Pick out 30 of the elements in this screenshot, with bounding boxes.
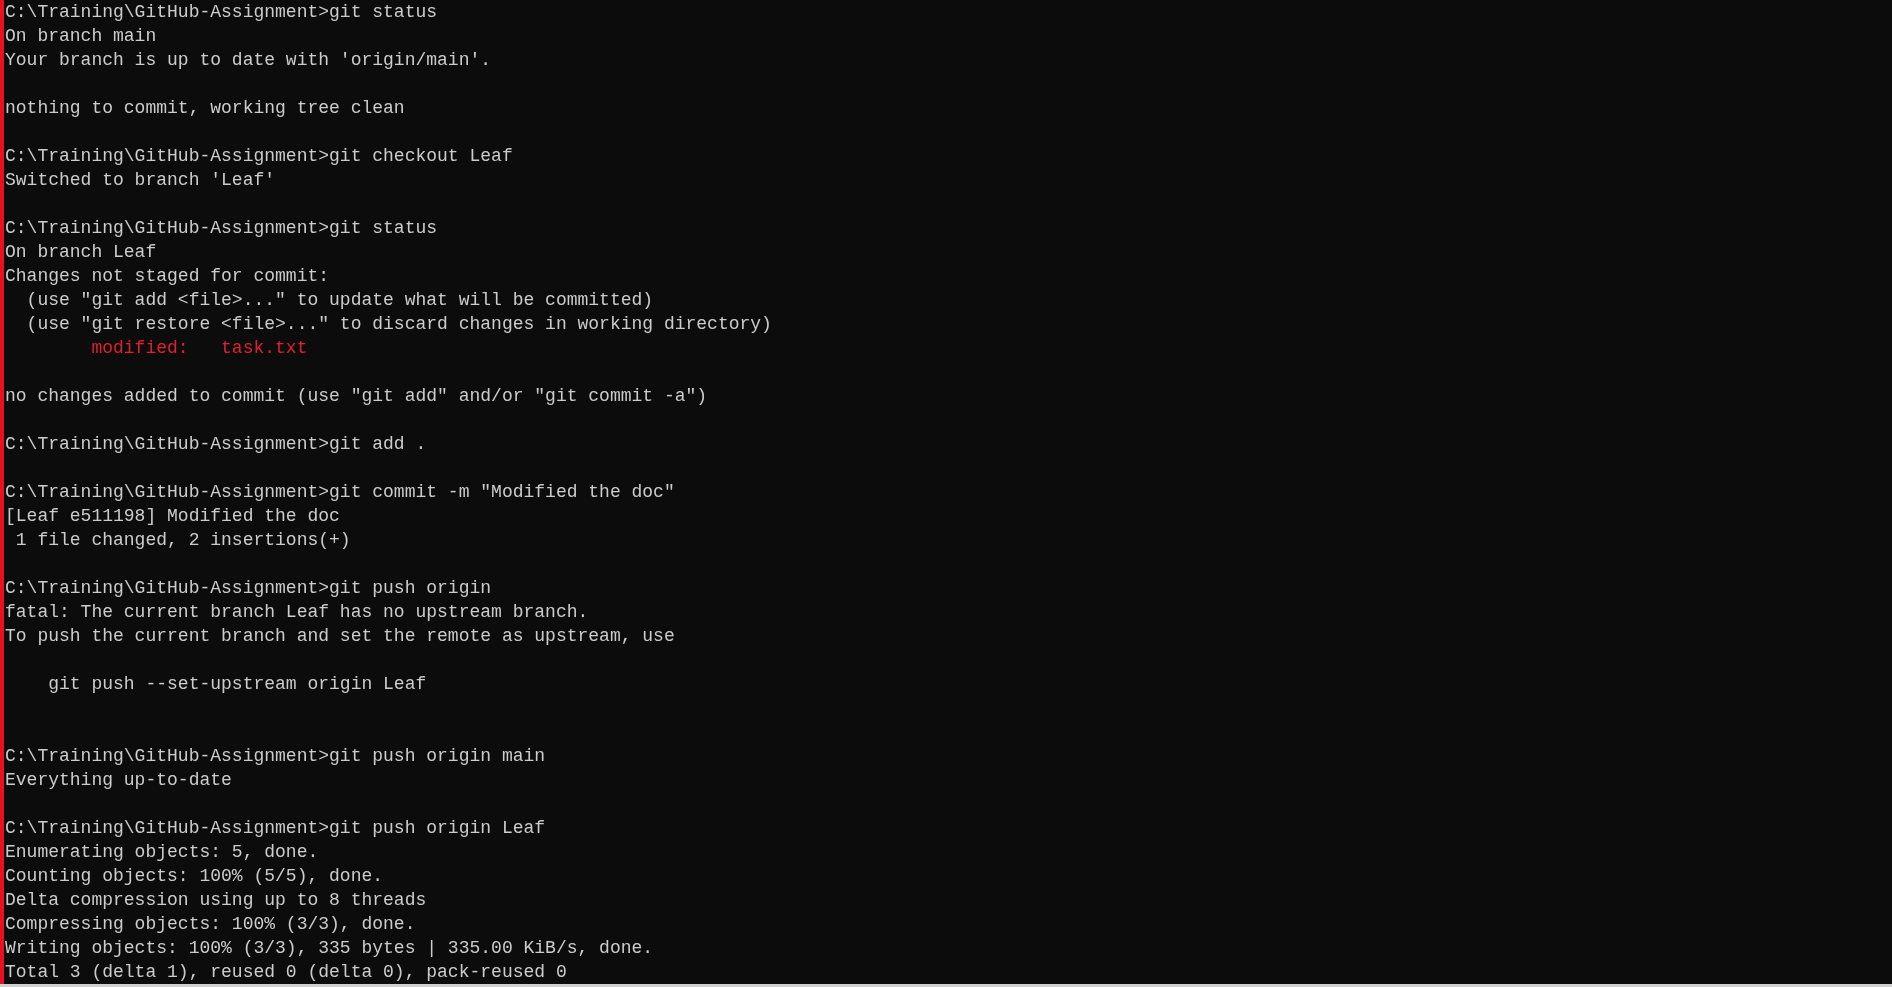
terminal-line: (use "git restore <file>..." to discard changes in working directory) [25,313,773,336]
terminal-line: fatal: The current branch Leaf has no upstream branch. [5,601,590,624]
terminal-line: C:\Training\GitHub-Assignment>git push origin Leaf [5,817,547,840]
terminal-line: C:\Training\GitHub-Assignment>git add . [5,433,428,456]
terminal-line: [Leaf e511198] Modified the doc [5,505,341,528]
terminal-line: C:\Training\GitHub-Assignment>git commit -m "Modified the doc" [5,481,676,504]
terminal-line: Everything up-to-date [5,769,233,792]
terminal-line: To push the current branch and set the remote as upstream, use [5,625,676,648]
terminal-line: On branch main [5,25,158,48]
terminal-line: Counting objects: 100% (5/5), done. [5,865,385,888]
terminal-line: C:\Training\GitHub-Assignment>git push origin [5,577,493,600]
terminal-line: Compressing objects: 100% (3/3), done. [5,913,417,936]
terminal-line: Enumerating objects: 5, done. [5,841,320,864]
terminal-line: C:\Training\GitHub-Assignment>git checkout Leaf [5,145,514,168]
terminal-line: no changes added to commit (use "git add" and/or "git commit -a") [5,385,709,408]
terminal-line: C:\Training\GitHub-Assignment>git status [5,217,439,240]
terminal-line: On branch Leaf [5,241,158,264]
terminal-line: Your branch is up to date with 'origin/main'. [5,49,493,72]
terminal-line: C:\Training\GitHub-Assignment>git status [5,1,439,24]
terminal-line: 1 file changed, 2 insertions(+) [14,529,352,552]
terminal-line: modified: task.txt [90,337,309,360]
terminal-line: Total 3 (delta 1), reused 0 (delta 0), pack-reused 0 [5,961,568,984]
terminal-line: Delta compression using up to 8 threads [5,889,428,912]
terminal-line: Switched to branch 'Leaf' [5,169,277,192]
terminal-line: nothing to commit, working tree clean [5,97,406,120]
terminal-line: C:\Training\GitHub-Assignment>git push origin main [5,745,547,768]
terminal-line: (use "git add <file>..." to update what will be committed) [25,289,655,312]
terminal-line: Writing objects: 100% (3/3), 335 bytes | 335.00 KiB/s, done. [5,937,655,960]
terminal-line: Changes not staged for commit: [5,265,331,288]
terminal-line: git push --set-upstream origin Leaf [47,673,428,696]
